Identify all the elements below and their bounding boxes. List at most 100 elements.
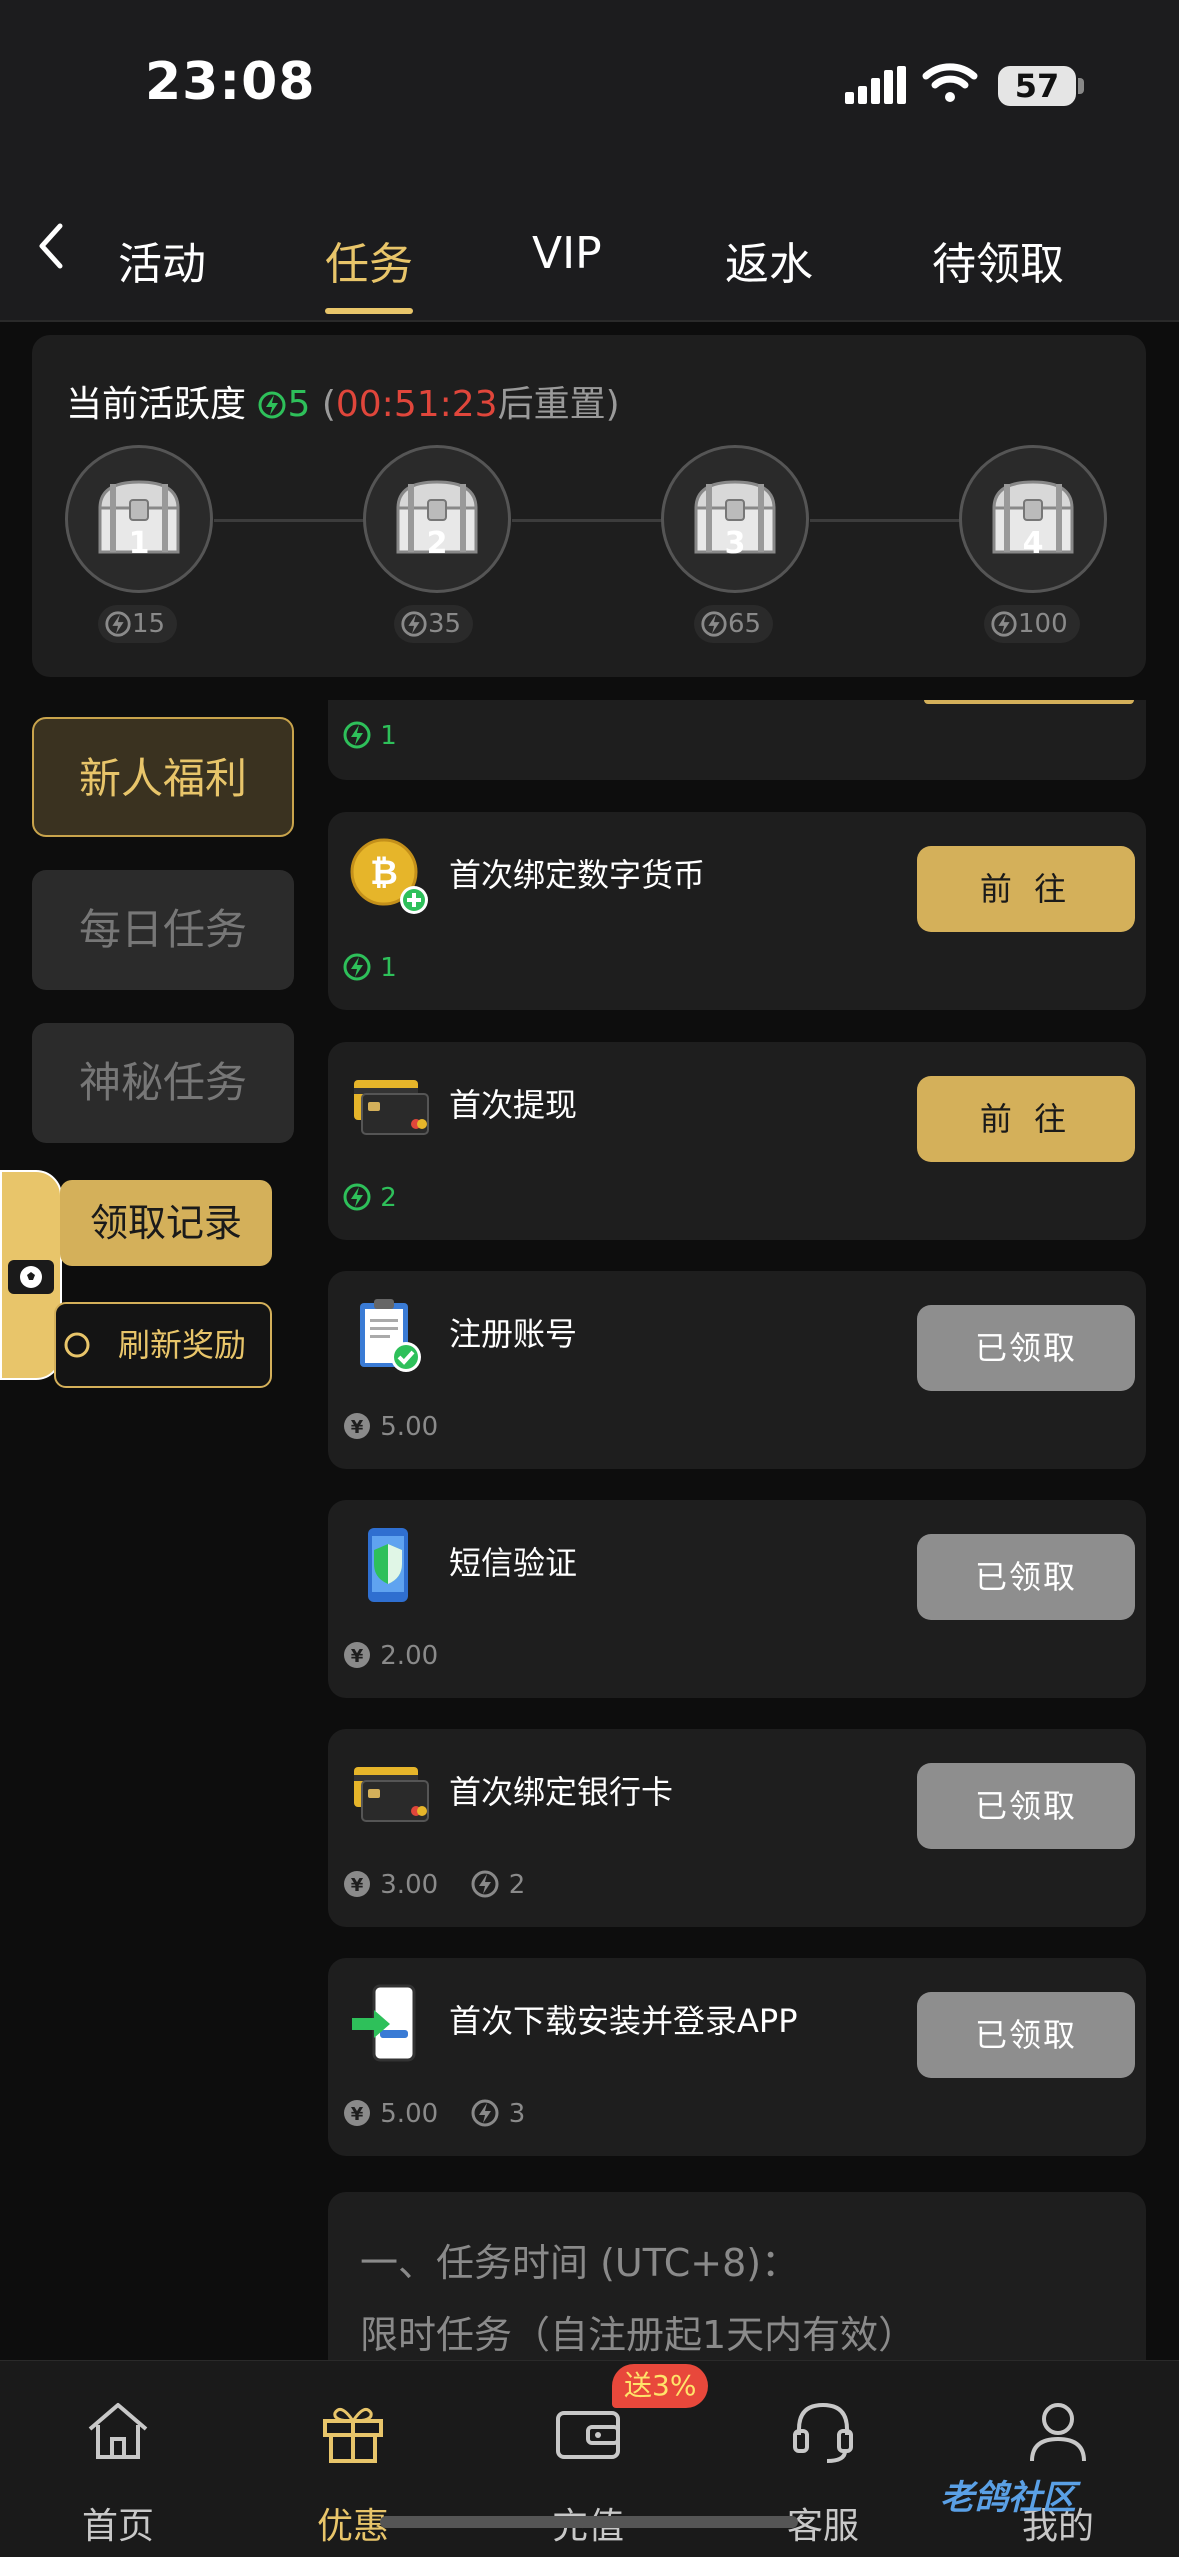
- svg-text:¥: ¥: [351, 1646, 364, 1667]
- energy-icon: [105, 611, 131, 637]
- task-reward-row: 1: [342, 952, 397, 983]
- task-title: 注册账号: [449, 1315, 578, 1353]
- claimed-button[interactable]: 已领取: [917, 1763, 1135, 1849]
- tab-tasks[interactable]: 任务: [325, 228, 413, 292]
- paren-close: ): [605, 384, 620, 425]
- back-chevron-icon[interactable]: [36, 222, 66, 274]
- refresh-rewards-button[interactable]: 刷新奖励: [54, 1302, 272, 1388]
- energy-icon: [343, 1183, 371, 1211]
- activity-value: 5: [287, 384, 311, 425]
- energy-icon: [471, 2099, 499, 2127]
- chest-number: 4: [1022, 526, 1044, 561]
- home-indicator: [380, 2516, 798, 2528]
- claim-record-button[interactable]: 领取记录: [60, 1180, 272, 1266]
- chest-number: 3: [724, 526, 746, 561]
- treasure-chest-1[interactable]: 1: [65, 445, 213, 593]
- go-button[interactable]: 前 往: [917, 1076, 1135, 1162]
- task-reward-row: ¥ 2.00: [342, 1640, 462, 1671]
- task-card-sms-verify: 短信验证 已领取 ¥ 2.00: [328, 1500, 1146, 1698]
- progress-connector: [214, 519, 374, 522]
- activity-panel: 当前活跃度 5 (00:51:23后重置) ▶ ▶ ▶ 1 2: [32, 335, 1146, 677]
- task-card-download-app: 首次下载安装并登录APP 已领取 ¥ 5.00 3: [328, 1958, 1146, 2156]
- watermark-logo: 老鸽社区: [940, 2478, 1076, 2518]
- side-tab-daily-tasks[interactable]: 每日任务: [32, 870, 294, 990]
- app-download-icon: [352, 1984, 416, 2062]
- chest-points: 100: [1018, 609, 1068, 639]
- home-icon: [88, 2403, 148, 2459]
- treasure-chest-4[interactable]: 4: [959, 445, 1107, 593]
- rules-text: 限时任务（自注册起1天内有效）: [360, 2313, 917, 2357]
- side-tab-mystery-tasks[interactable]: 神秘任务: [32, 1023, 294, 1143]
- task-reward-row: ¥ 3.00 2: [342, 1869, 549, 1900]
- user-icon: [1030, 2403, 1086, 2462]
- energy-icon: [701, 611, 727, 637]
- clipboard-check-icon: [360, 1299, 421, 1372]
- treasure-chest-3[interactable]: 3: [661, 445, 809, 593]
- active-tab-underline: [325, 308, 413, 314]
- bottom-tab-label: 首页: [81, 2506, 154, 2547]
- energy-icon: [343, 953, 371, 981]
- chest-points-pill: 15: [98, 605, 178, 643]
- chest-number: 2: [426, 526, 448, 561]
- task-reward-row: ¥ 5.00 3: [342, 2098, 549, 2129]
- claimed-button[interactable]: 已领取: [917, 1534, 1135, 1620]
- top-tab-bar: 活动 任务 VIP 返水 待领取: [0, 160, 1179, 322]
- progress-connector: [810, 519, 970, 522]
- task-energy-reward: 3: [508, 2099, 526, 2129]
- reset-text: 后重置: [497, 384, 606, 425]
- go-button-edge: [924, 700, 1134, 704]
- gift-icon: [323, 2407, 383, 2463]
- chest-points-pill: 65: [694, 605, 774, 643]
- battery-indicator: 57: [998, 66, 1076, 106]
- activity-title-row: 当前活跃度 5 (00:51:23后重置): [66, 375, 620, 427]
- task-energy-reward: 1: [380, 953, 397, 983]
- headset-icon: [793, 2402, 853, 2463]
- task-reward-row: ¥ 5.00: [342, 1411, 462, 1442]
- energy-icon: [257, 384, 287, 425]
- yuan-coin-icon: ¥: [344, 1413, 370, 1439]
- bottom-tab-home[interactable]: 首页: [18, 2361, 218, 2557]
- reset-countdown: 00:51:23: [335, 384, 498, 425]
- deposit-bonus-badge: 送3%: [612, 2364, 709, 2408]
- chest-number: 1: [128, 526, 150, 561]
- energy-icon: [471, 1870, 499, 1898]
- task-cash-reward: 5.00: [380, 2099, 439, 2129]
- task-energy-reward: 2: [508, 1870, 526, 1900]
- chest-points: 35: [428, 609, 462, 639]
- task-cash-reward: 2.00: [380, 1641, 439, 1671]
- task-card-bind-bank-card: 首次绑定银行卡 已领取 ¥ 3.00 2: [328, 1729, 1146, 1927]
- floating-drawer-handle[interactable]: [0, 1170, 62, 1380]
- side-tab-newbie-benefits[interactable]: 新人福利: [32, 717, 294, 837]
- yuan-coin-icon: ¥: [344, 2100, 370, 2126]
- treasure-chest-2[interactable]: 2: [363, 445, 511, 593]
- chest-points: 15: [132, 609, 166, 639]
- svg-text:¥: ¥: [351, 2104, 364, 2125]
- cellular-signal-icon: [845, 66, 907, 110]
- tab-vip[interactable]: VIP: [532, 228, 602, 279]
- refresh-rewards-label: 刷新奖励: [118, 1326, 247, 1364]
- task-card-partial: 1: [328, 700, 1146, 780]
- paren-open: (: [321, 384, 336, 425]
- yuan-coin-icon: ¥: [344, 1642, 370, 1668]
- tab-rebate[interactable]: 返水: [725, 228, 813, 292]
- claimed-button[interactable]: 已领取: [917, 1305, 1135, 1391]
- task-energy-reward: 2: [380, 1183, 397, 1213]
- progress-connector: [512, 519, 672, 522]
- energy-icon: [401, 611, 427, 637]
- claimed-button[interactable]: 已领取: [917, 1992, 1135, 2078]
- task-title: 首次提现: [449, 1086, 578, 1124]
- status-bar: 23:08 57: [0, 0, 1179, 160]
- bitcoin-icon: ₿: [350, 838, 428, 914]
- task-title: 首次绑定银行卡: [449, 1773, 674, 1811]
- task-energy-reward: 1: [380, 721, 397, 751]
- bank-card-icon: [354, 1080, 429, 1135]
- tab-activity[interactable]: 活动: [118, 228, 206, 292]
- chest-points: 65: [728, 609, 762, 639]
- energy-icon: [991, 611, 1017, 637]
- tab-pending[interactable]: 待领取: [932, 228, 1064, 292]
- chest-points-pill: 100: [984, 605, 1080, 643]
- bottom-tab-profile[interactable]: 我的: [958, 2361, 1158, 2557]
- task-cash-reward: 5.00: [380, 1412, 439, 1442]
- go-button[interactable]: 前 往: [917, 846, 1135, 932]
- svg-text:¥: ¥: [351, 1417, 364, 1438]
